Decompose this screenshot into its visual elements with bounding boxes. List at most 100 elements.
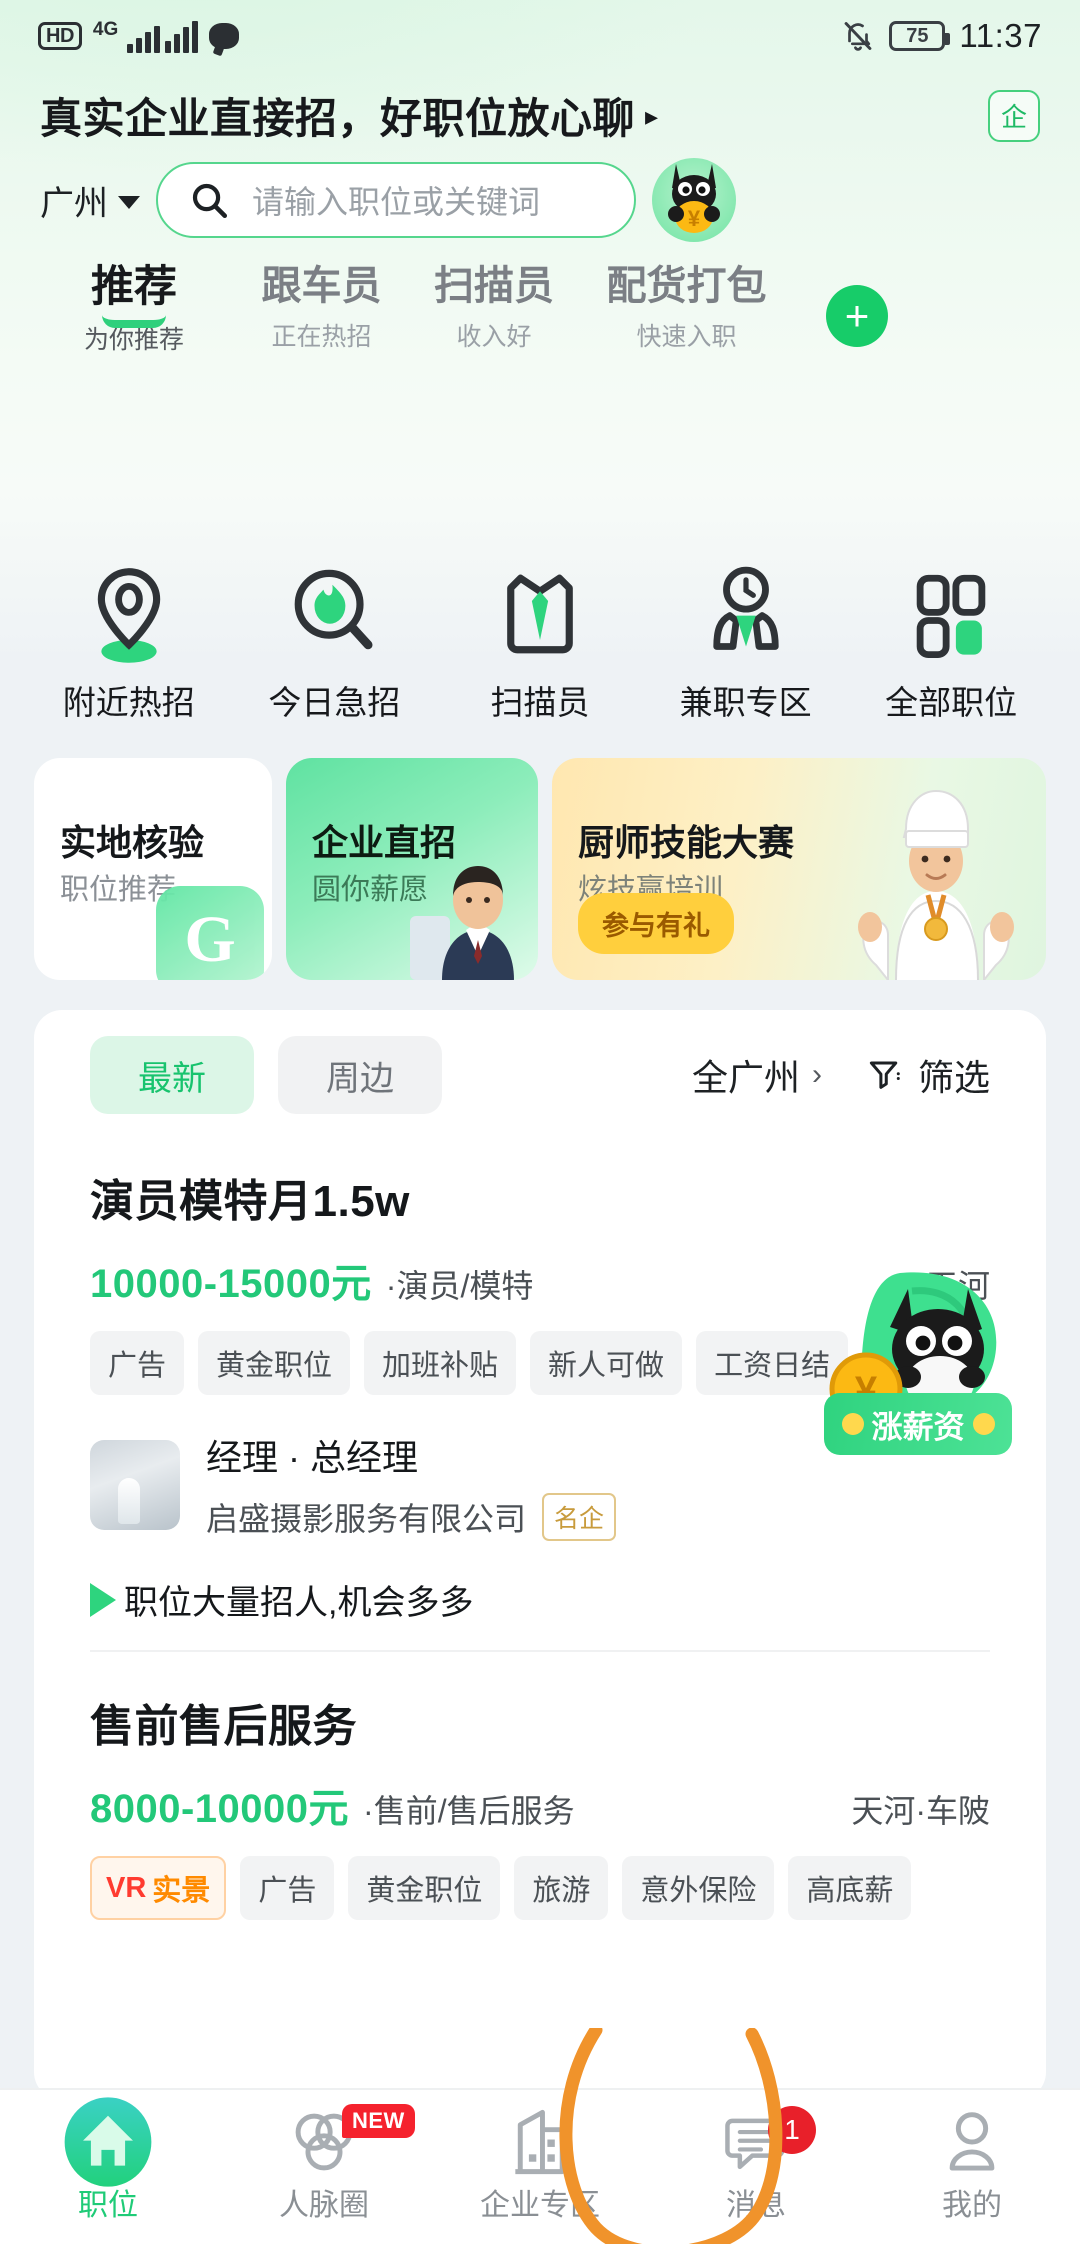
tab-follow-vehicle[interactable]: 跟车员 正在热招	[234, 265, 409, 353]
message-icon	[648, 2100, 864, 2184]
tab-recommend[interactable]: 推荐 为你推荐	[34, 263, 234, 356]
tab-title: 配货打包	[606, 264, 767, 308]
tab-network[interactable]: NEW 人脉圈	[216, 2100, 432, 2224]
job-tag: 意外保险	[622, 1856, 775, 1920]
quick-entry-label: 扫描员	[490, 684, 590, 721]
shirt-tie-icon	[450, 560, 630, 668]
quick-entry-parttime[interactable]: 兼职专区	[656, 560, 836, 724]
chat-bubble-icon	[209, 23, 240, 49]
tab-jobs[interactable]: 职位	[0, 2097, 216, 2224]
tab-label: 人脉圈	[279, 2189, 369, 2222]
job-title: 售前售后服务	[90, 1702, 357, 1751]
app-screen: HD 4G 75 11:37 真实企业直接招，好职位放心聊 ▸ 企 广州 请输入…	[0, 0, 1080, 2244]
headline-text: 真实企业直接招，好职位放心聊	[40, 95, 636, 142]
promo-card-chef-contest[interactable]: 厨师技能大赛 炫技赢培训 参与有礼	[552, 758, 1046, 980]
location-pin-icon	[39, 560, 219, 668]
hd-icon: HD	[38, 22, 82, 50]
tab-label: 企业专区	[480, 2189, 600, 2222]
city-filter-label: 全广州	[691, 1057, 800, 1098]
person-icon	[864, 2100, 1080, 2184]
avatar[interactable]: ¥	[652, 158, 736, 242]
message-count-badge: 1	[768, 2106, 816, 2154]
bottom-tab-bar: 职位 NEW 人脉圈 企业专区 1 消息 我的	[0, 2088, 1080, 2244]
city-selector[interactable]: 广州	[40, 176, 140, 225]
job-card-1[interactable]: 演员模特月1.5w 10000-15000元 ·演员/模特 天河 广告 黄金职位…	[34, 1165, 1046, 1624]
plus-icon: +	[844, 292, 870, 339]
tab-title: 扫描员	[434, 264, 554, 308]
signal-bars-2	[165, 20, 199, 53]
filter-label: 筛选	[917, 1057, 990, 1098]
page-title: 真实企业直接招，好职位放心聊 ▸	[40, 85, 659, 146]
clock-label: 11:37	[959, 17, 1042, 54]
tab-messages[interactable]: 1 消息	[648, 2100, 864, 2224]
tab-profile[interactable]: 我的	[864, 2100, 1080, 2224]
job-district: 天河·车陂	[851, 1793, 990, 1829]
job-meta-row: 8000-10000元 ·售前/售后服务 天河·车陂	[90, 1776, 990, 1834]
job-category: ·售前/售后服务	[363, 1793, 575, 1829]
signal-bars-1	[127, 23, 161, 53]
tab-subtitle: 收入好	[456, 323, 532, 351]
promo-card-direct-hire[interactable]: 企业直招 圆你薪愿	[286, 758, 538, 980]
businessman-photo	[410, 866, 514, 980]
tab-label: 消息	[726, 2189, 786, 2222]
divider	[90, 1650, 990, 1652]
filter-chip-label: 最新	[138, 1059, 206, 1098]
vr-tag-part2: 实景	[152, 1875, 211, 1907]
tab-subtitle: 快速入职	[636, 323, 737, 351]
recruiter-name: 经理 · 总经理	[206, 1437, 418, 1478]
add-tab-button[interactable]: +	[826, 285, 888, 347]
tab-underline-icon	[102, 315, 166, 328]
status-bar-right: 75 11:37	[841, 17, 1042, 55]
job-tag: 广告	[240, 1856, 335, 1920]
filter-chip-nearby[interactable]: 周边	[278, 1036, 442, 1114]
coin-icon	[972, 1413, 995, 1435]
job-list-card: 最新 周边 全广州 › 筛选 演员模特月1.5w 10000-15000元 ·演…	[34, 1010, 1046, 2100]
home-icon	[0, 2097, 216, 2187]
chevron-down-icon	[118, 195, 140, 209]
search-icon	[192, 183, 228, 219]
job-category: ·演员/模特	[385, 1268, 534, 1304]
tab-packing[interactable]: 配货打包 快速入职	[579, 265, 794, 353]
play-triangle-icon	[90, 1582, 116, 1617]
search-input[interactable]: 请输入职位或关键词	[156, 162, 636, 238]
promo-banner-row: 实地核验 职位推荐 G 企业直招 圆你薪愿 厨师技能大赛 炫技赢培训 参与有礼	[34, 758, 1046, 980]
chevron-right-icon: ▸	[645, 100, 659, 131]
status-badge: 名企	[542, 1493, 617, 1541]
promo-button-label: 参与有礼	[602, 911, 710, 941]
search-row: 广州 请输入职位或关键词 ¥	[40, 158, 1050, 242]
person-clock-icon	[656, 560, 836, 668]
city-filter-button[interactable]: 全广州 ›	[692, 1049, 822, 1101]
quick-entry-urgent[interactable]: 今日急招	[244, 560, 424, 724]
quick-entry-scanner[interactable]: 扫描员	[450, 560, 630, 724]
raise-salary-label: 涨薪资	[871, 1409, 965, 1445]
category-tabs: 推荐 为你推荐 跟车员 正在热招 扫描员 收入好 配货打包 快速入职 +	[0, 263, 1080, 380]
promo-title: 实地核验	[60, 822, 205, 863]
promo-join-button[interactable]: 参与有礼	[578, 893, 734, 954]
quick-entry-nearby[interactable]: 附近热招	[39, 560, 219, 724]
job-tag-list: VR 实景 广告 黄金职位 旅游 意外保险 高底薪	[90, 1856, 990, 1920]
bell-muted-icon	[844, 22, 872, 51]
tab-subtitle: 正在热招	[271, 323, 372, 351]
enterprise-entry-button[interactable]: 企	[988, 89, 1040, 142]
job-promo-line: 职位大量招人,机会多多	[90, 1575, 990, 1624]
filter-button[interactable]: 筛选	[866, 1049, 990, 1101]
enterprise-badge-label: 企	[1000, 102, 1027, 132]
tab-title: 推荐	[91, 263, 177, 311]
raise-salary-button[interactable]: 涨薪资	[824, 1393, 1012, 1455]
network-type-label: 4G	[92, 18, 119, 40]
job-tag: 黄金职位	[198, 1331, 351, 1395]
promo-headline-row[interactable]: 真实企业直接招，好职位放心聊 ▸ 企	[40, 85, 1040, 146]
tab-scanner[interactable]: 扫描员 收入好	[409, 265, 579, 353]
job-card-2[interactable]: 售前售后服务 8000-10000元 ·售前/售后服务 天河·车陂 VR 实景 …	[34, 1690, 1046, 1920]
job-promo-text: 职位大量招人,机会多多	[124, 1584, 474, 1622]
tab-enterprise[interactable]: 企业专区	[432, 2100, 648, 2224]
quick-entry-label: 附近热招	[62, 684, 195, 721]
city-label: 广州	[40, 184, 108, 223]
promo-card-verified[interactable]: 实地核验 职位推荐 G	[34, 758, 272, 980]
signal-icon: 4G	[92, 18, 199, 53]
company-name: 启盛摄影服务有限公司	[206, 1501, 527, 1537]
magnifier-flame-icon	[244, 560, 424, 668]
filter-chip-newest[interactable]: 最新	[90, 1036, 254, 1114]
job-tag: 旅游	[514, 1856, 609, 1920]
quick-entry-alljobs[interactable]: 全部职位	[861, 560, 1041, 724]
